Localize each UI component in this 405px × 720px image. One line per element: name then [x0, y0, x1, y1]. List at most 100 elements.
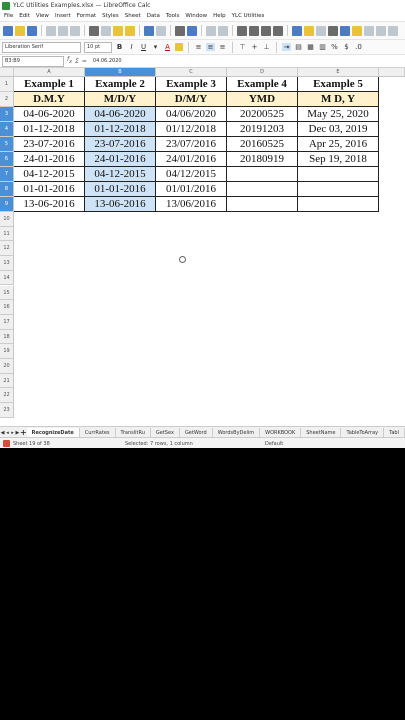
data-cell[interactable]: 04-12-2015	[14, 167, 85, 182]
header-cell[interactable]: Example 1	[14, 77, 85, 92]
spreadsheet-grid[interactable]: A B C D E 1 2 3 4 5 6 7 8 9 10 11 12 13 14 15 16 17 18 19 2…	[0, 68, 405, 426]
row-header[interactable]: 8	[0, 182, 14, 197]
data-cell[interactable]: 01-12-2018	[14, 122, 85, 137]
formula-input[interactable]: 04.06.2020	[90, 57, 405, 66]
tab-tabletoarray[interactable]: TableToArray	[341, 427, 385, 438]
format-cell[interactable]: M/D/Y	[85, 92, 156, 107]
sort-descending-icon[interactable]	[261, 25, 271, 36]
row-header[interactable]: 10	[0, 212, 14, 227]
column-header-e[interactable]: E	[298, 68, 379, 77]
find-replace-icon[interactable]	[175, 25, 185, 36]
menu-view[interactable]: View	[36, 13, 49, 19]
format-cell[interactable]: YMD	[227, 92, 298, 107]
center-vertically-icon[interactable]: +	[250, 43, 259, 51]
save-icon[interactable]	[27, 25, 37, 36]
menu-file[interactable]: File	[4, 13, 13, 19]
data-cell[interactable]: 20191203	[227, 122, 298, 137]
menu-sheet[interactable]: Sheet	[125, 13, 141, 19]
tab-getword[interactable]: GetWord	[180, 427, 213, 438]
data-cell[interactable]: 04/06/2020	[156, 107, 227, 122]
dropdown-arrow-icon[interactable]: ▾	[151, 43, 160, 51]
align-bottom-icon[interactable]: ⊥	[262, 43, 271, 51]
data-cell[interactable]: 24-01-2016	[14, 152, 85, 167]
data-cell[interactable]: 20160525	[227, 137, 298, 152]
row-header[interactable]: 5	[0, 137, 14, 152]
column-header-c[interactable]: C	[156, 68, 227, 77]
data-cell[interactable]	[227, 182, 298, 197]
align-top-icon[interactable]: ⊤	[238, 43, 247, 51]
hyperlink-icon[interactable]	[340, 25, 350, 36]
data-cell[interactable]: 04/12/2015	[156, 167, 227, 182]
sum-icon[interactable]: Σ	[75, 58, 79, 65]
currency-icon[interactable]: $	[342, 43, 351, 51]
redo-icon[interactable]	[156, 25, 166, 36]
row-header[interactable]: 7	[0, 167, 14, 182]
data-cell[interactable]: 04-06-2020	[14, 107, 85, 122]
row-header[interactable]: 11	[0, 226, 14, 242]
undo-icon[interactable]	[144, 25, 154, 36]
header-cell[interactable]: Example 5	[298, 77, 379, 92]
menu-window[interactable]: Window	[185, 13, 207, 19]
insert-image-icon[interactable]	[292, 25, 302, 36]
data-cell[interactable]: 01-01-2016	[85, 182, 156, 197]
format-cell[interactable]: D/M/Y	[156, 92, 227, 107]
tab-wordsbydelim[interactable]: WordsByDelim	[213, 427, 261, 438]
data-cell[interactable]: Dec 03, 2019	[298, 122, 379, 137]
row-header[interactable]: 23	[0, 403, 14, 418]
paste-icon[interactable]	[113, 25, 123, 36]
autofilter-icon[interactable]	[273, 25, 283, 36]
data-cell[interactable]: 20180919	[227, 152, 298, 167]
column-header-a[interactable]: A	[14, 68, 85, 77]
headers-footers-icon[interactable]	[364, 25, 374, 36]
column-icon[interactable]	[218, 25, 228, 36]
row-header[interactable]: 4	[0, 122, 14, 137]
freeze-rows-columns-icon[interactable]	[388, 25, 398, 36]
pivot-table-icon[interactable]	[316, 25, 326, 36]
row-icon[interactable]	[206, 25, 216, 36]
row-header[interactable]: 6	[0, 152, 14, 167]
column-header-f[interactable]	[379, 68, 405, 77]
data-cell[interactable]	[298, 167, 379, 182]
menu-data[interactable]: Data	[147, 13, 160, 19]
data-cell[interactable]: 20200525	[227, 107, 298, 122]
menu-format[interactable]: Format	[77, 13, 96, 19]
data-cell[interactable]: Apr 25, 2016	[298, 137, 379, 152]
italic-icon[interactable]: I	[127, 43, 136, 51]
data-cell[interactable]	[298, 197, 379, 212]
align-left-icon[interactable]: ≡	[194, 43, 203, 51]
header-cell[interactable]: Example 2	[85, 77, 156, 92]
menu-ylc-utilities[interactable]: YLC Utilities	[232, 13, 265, 19]
data-cell[interactable]: 01/12/2018	[156, 122, 227, 137]
data-cell[interactable]: 24-01-2016	[85, 152, 156, 167]
open-folder-icon[interactable]	[15, 25, 25, 36]
data-cell[interactable]: 04-12-2015	[85, 167, 156, 182]
format-cell[interactable]: D.M.Y	[14, 92, 85, 107]
data-cell[interactable]: 24/01/2016	[156, 152, 227, 167]
data-cell[interactable]: 23-07-2016	[14, 137, 85, 152]
data-cell[interactable]	[298, 182, 379, 197]
menu-help[interactable]: Help	[213, 13, 226, 19]
row-header[interactable]: 2	[0, 92, 14, 107]
borders-icon[interactable]: ▦	[306, 43, 315, 51]
sort-ascending-icon[interactable]	[249, 25, 259, 36]
menu-insert[interactable]: Insert	[55, 13, 71, 19]
column-header-b[interactable]: B	[85, 68, 156, 77]
tab-workbook[interactable]: WORKBOOK	[260, 427, 302, 438]
data-cell[interactable]	[227, 167, 298, 182]
row-header[interactable]: 15	[0, 285, 14, 301]
insert-chart-icon[interactable]	[304, 25, 314, 36]
special-character-icon[interactable]	[328, 25, 338, 36]
font-size-box[interactable]: 10 pt	[84, 41, 112, 53]
menu-edit[interactable]: Edit	[19, 13, 30, 19]
select-all-corner[interactable]	[0, 68, 14, 77]
menu-tools[interactable]: Tools	[166, 13, 180, 19]
align-center-icon[interactable]: ≡	[206, 43, 215, 51]
align-right-icon[interactable]: ≡	[218, 43, 227, 51]
add-sheet-icon[interactable]: +	[20, 428, 27, 437]
row-header[interactable]: 14	[0, 270, 14, 286]
menu-styles[interactable]: Styles	[102, 13, 119, 19]
data-cell[interactable]: 01-01-2016	[14, 182, 85, 197]
define-print-area-icon[interactable]	[376, 25, 386, 36]
decimal-places-icon[interactable]: .0	[354, 43, 363, 51]
row-header[interactable]: 20	[0, 359, 14, 374]
